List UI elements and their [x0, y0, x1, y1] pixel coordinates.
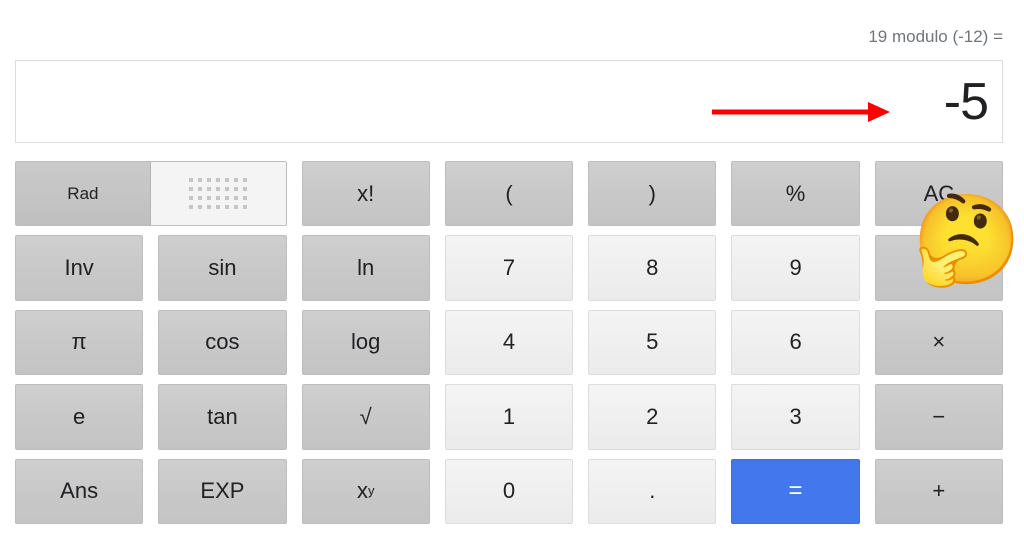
digit-2-key-label: 2 [646, 403, 659, 429]
close-paren-key-label: ) [648, 180, 656, 206]
divide-key[interactable]: ÷ [874, 235, 1003, 301]
ln-key[interactable]: ln [301, 235, 430, 301]
cos-key[interactable]: cos [158, 309, 287, 376]
angle-mode-toggle[interactable]: Rad [15, 161, 287, 227]
rad-mode-button[interactable]: Rad [16, 162, 151, 226]
all-clear-key[interactable]: AC [874, 161, 1003, 227]
result-value: -5 [943, 72, 989, 131]
sin-key[interactable]: sin [158, 235, 287, 301]
answer-key[interactable]: Ans [15, 458, 144, 524]
digit-5-key-label: 5 [646, 329, 659, 355]
keypad-grid-icon [189, 178, 248, 210]
factorial-key[interactable]: x! [301, 161, 430, 227]
log-key-label: log [351, 329, 381, 355]
expression-text: 19 modulo (-12) = [868, 27, 1003, 46]
digit-8-key-label: 8 [646, 255, 659, 281]
digit-8-key[interactable]: 8 [588, 235, 717, 301]
euler-key[interactable]: e [15, 384, 144, 450]
digit-4-key-label: 4 [502, 329, 516, 355]
pi-key-label: π [71, 329, 87, 355]
calculator-keypad: Rad x! ()% AC Inv sin ln 7 8 9 ÷ π cos log 4 5 6 × e tan √ 1… [15, 161, 1003, 524]
equals-key-label: = [788, 477, 803, 505]
multiply-key-label: × [932, 329, 946, 355]
multiply-key[interactable]: × [874, 309, 1003, 376]
digit-2-key[interactable]: 2 [588, 384, 717, 450]
percent-key[interactable]: % [731, 161, 860, 227]
plus-key[interactable]: + [874, 458, 1003, 524]
digit-0-key[interactable]: 0 [444, 458, 574, 524]
digit-1-key[interactable]: 1 [444, 384, 574, 450]
digit-7-key[interactable]: 7 [444, 235, 574, 301]
cos-key-label: cos [205, 329, 240, 355]
digit-4-key[interactable]: 4 [444, 309, 574, 376]
divide-key-label: ÷ [932, 255, 945, 281]
all-clear-key-label: AC [923, 180, 955, 206]
square-root-key[interactable]: √ [301, 384, 430, 450]
digit-0-key-label: 0 [502, 478, 516, 504]
digit-3-key-label: 3 [789, 403, 802, 429]
ln-key-label: ln [357, 255, 375, 281]
digit-9-key[interactable]: 9 [731, 235, 860, 301]
sin-key-label: sin [208, 255, 237, 281]
percent-key-label: % [785, 180, 806, 206]
open-paren-key[interactable]: ( [444, 161, 574, 227]
square-root-key-label: √ [359, 403, 372, 429]
euler-key-label: e [73, 403, 86, 429]
digit-3-key[interactable]: 3 [731, 384, 860, 450]
open-paren-key-label: ( [505, 180, 513, 206]
equals-key[interactable]: = [731, 458, 860, 524]
digit-6-key-label: 6 [789, 329, 802, 355]
digit-6-key[interactable]: 6 [731, 309, 860, 376]
calculator-app: 19 modulo (-12) = -5 Rad x! ()% AC Inv sin ln… [0, 0, 1024, 540]
power-base: x [356, 478, 368, 504]
digit-1-key-label: 1 [502, 403, 516, 429]
exponent-key[interactable]: EXP [158, 458, 287, 524]
minus-key[interactable]: − [874, 384, 1003, 450]
decimal-point-key-label: . [649, 478, 656, 504]
tan-key-label: tan [207, 403, 238, 429]
digit-7-key-label: 7 [502, 255, 516, 281]
pi-key[interactable]: π [15, 309, 144, 376]
factorial-key-label: x! [357, 180, 375, 206]
log-key[interactable]: log [301, 309, 430, 376]
inverse-key-label: Inv [64, 255, 94, 281]
answer-key-label: Ans [60, 478, 99, 504]
tan-key[interactable]: tan [158, 384, 287, 450]
inverse-key[interactable]: Inv [15, 235, 144, 301]
digit-5-key[interactable]: 5 [588, 309, 717, 376]
result-display[interactable]: -5 [15, 60, 1003, 143]
power-key[interactable]: xy [301, 458, 430, 524]
plus-key-label: + [932, 478, 946, 504]
decimal-point-key[interactable]: . [588, 458, 717, 524]
exponent-key-label: EXP [200, 478, 245, 504]
digit-9-key-label: 9 [789, 255, 802, 281]
close-paren-key[interactable]: ) [588, 161, 717, 227]
keypad-grid-button[interactable] [150, 162, 286, 226]
minus-key-label: − [932, 403, 946, 429]
